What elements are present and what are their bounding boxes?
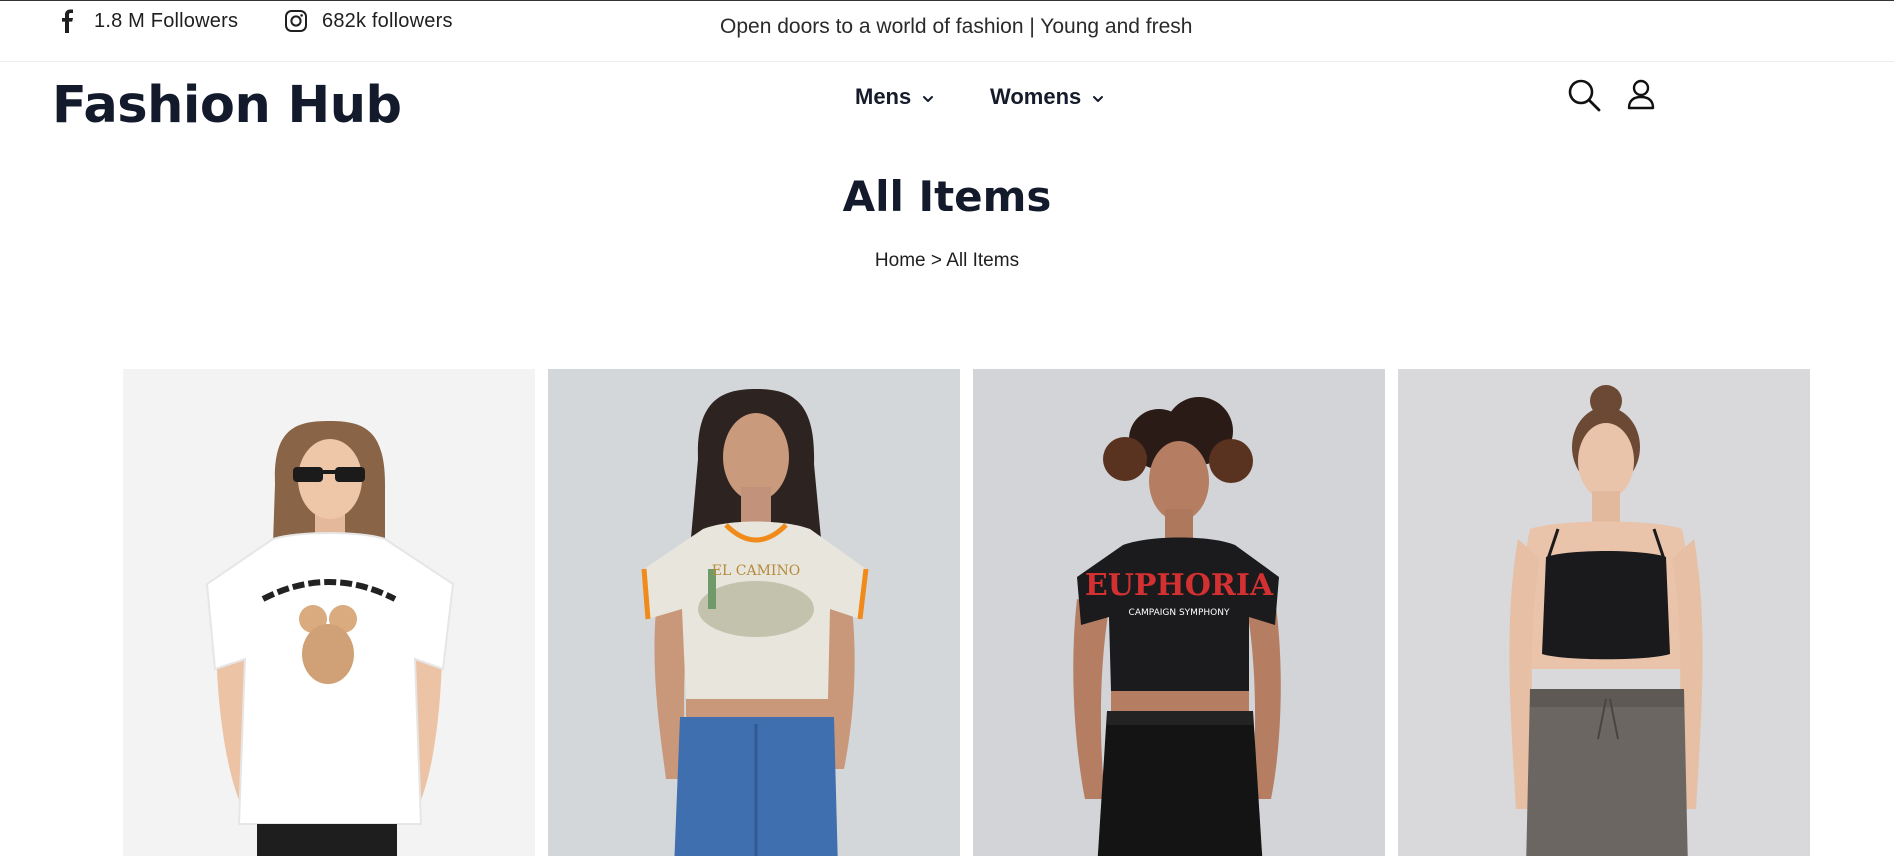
nav-label-womens: Womens — [990, 84, 1082, 109]
product-grid: EL CAMINO EUPHORIA CAMPAIGN SYMPHONY — [123, 369, 1810, 856]
product-card[interactable]: EUPHORIA CAMPAIGN SYMPHONY — [973, 369, 1385, 856]
tagline: Open doors to a world of fashion | Young… — [720, 15, 1193, 38]
search-icon[interactable] — [1567, 78, 1601, 112]
instagram-followers-label: 682k followers — [322, 9, 453, 32]
product-image — [1398, 369, 1810, 856]
top-bar: 1.8 M Followers 682k followers Open door… — [0, 0, 1894, 62]
svg-text:EUPHORIA: EUPHORIA — [1085, 568, 1274, 603]
facebook-icon — [62, 9, 73, 33]
product-card[interactable]: EL CAMINO — [548, 369, 960, 856]
page-title: All Items — [842, 172, 1052, 221]
instagram-followers-link[interactable]: 682k followers — [284, 9, 453, 33]
product-image: EUPHORIA CAMPAIGN SYMPHONY — [973, 369, 1385, 856]
facebook-followers-link[interactable]: 1.8 M Followers — [56, 9, 238, 33]
nav-item-mens[interactable]: Mens — [855, 84, 935, 110]
main-header: Fashion Hub Mens Womens — [0, 62, 1894, 148]
product-image — [123, 369, 535, 856]
chevron-down-icon — [1093, 95, 1104, 102]
nav-label-mens: Mens — [855, 84, 912, 109]
breadcrumb-home[interactable]: Home — [875, 250, 926, 271]
breadcrumb: Home > All Items — [0, 250, 1894, 272]
brand-logo[interactable]: Fashion Hub — [52, 76, 402, 135]
user-icon[interactable] — [1626, 78, 1656, 110]
breadcrumb-current: All Items — [946, 250, 1020, 271]
product-card[interactable] — [1398, 369, 1810, 856]
instagram-icon — [285, 10, 307, 32]
facebook-followers-label: 1.8 M Followers — [94, 9, 239, 32]
breadcrumb-separator: > — [930, 250, 942, 271]
svg-text:CAMPAIGN SYMPHONY: CAMPAIGN SYMPHONY — [1129, 608, 1230, 618]
product-card[interactable] — [123, 369, 535, 856]
svg-text:EL CAMINO: EL CAMINO — [712, 563, 800, 579]
nav-item-womens[interactable]: Womens — [990, 84, 1105, 110]
product-image: EL CAMINO — [548, 369, 960, 856]
chevron-down-icon — [923, 95, 934, 102]
